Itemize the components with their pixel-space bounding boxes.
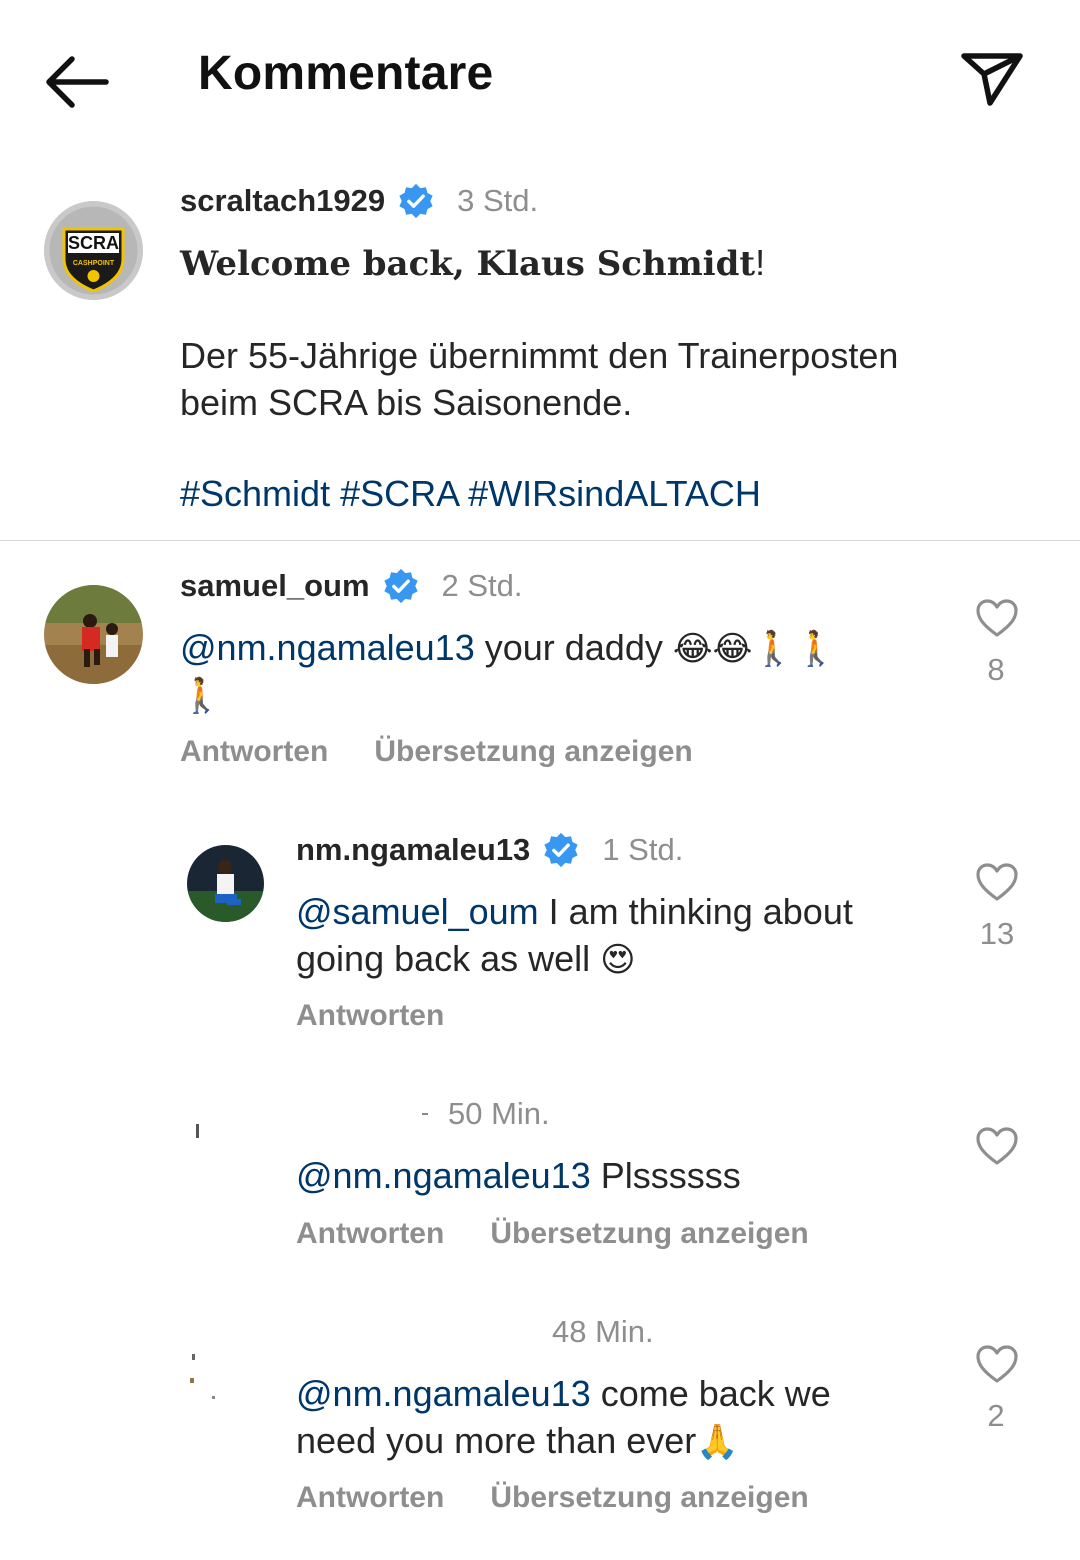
- caption-username[interactable]: scraltach1929: [180, 183, 385, 219]
- avatar-photo-icon: [187, 845, 264, 922]
- share-button[interactable]: [958, 50, 1026, 108]
- comment-body: your daddy: [474, 627, 673, 668]
- caption-divider: [0, 540, 1080, 541]
- caption-avatar[interactable]: SCRA CASHPOINT: [44, 201, 143, 300]
- redacted-avatar: [196, 1124, 199, 1138]
- hashtag-link[interactable]: #SCRA: [340, 473, 458, 514]
- reply-text-line2: need you more than ever🙏: [296, 1417, 936, 1466]
- reply-body-line1: I am thinking about: [538, 891, 853, 932]
- reply-body: Plssssss: [590, 1155, 741, 1196]
- heart-icon: [976, 863, 1018, 901]
- like-button[interactable]: [975, 1344, 1019, 1389]
- reply-avatar[interactable]: [187, 845, 264, 922]
- mention-link[interactable]: @samuel_oum: [296, 891, 539, 932]
- like-button[interactable]: [975, 598, 1019, 643]
- caption-hashtags: #Schmidt #SCRA #WIRsindALTACH: [180, 470, 761, 517]
- caption-title-punct: !: [755, 242, 766, 283]
- reply-time: 48 Min.: [552, 1314, 654, 1349]
- hashtag-link[interactable]: #WIRsindALTACH: [468, 473, 761, 514]
- reply-text-line1: @samuel_oum I am thinking about: [296, 888, 936, 935]
- reply-text-line1: @nm.ngamaleu13 come back we: [296, 1370, 936, 1417]
- comment-meta: samuel_oum 2 Std.: [180, 567, 523, 605]
- page-title: Kommentare: [198, 47, 494, 100]
- verified-badge-icon: [383, 568, 418, 604]
- reply-time: 50 Min.: [448, 1096, 550, 1131]
- like-button[interactable]: [975, 862, 1019, 907]
- comment-time: 2 Std.: [441, 568, 523, 603]
- heart-icon: [976, 1127, 1018, 1165]
- translate-button[interactable]: Übersetzung anzeigen: [490, 1217, 808, 1251]
- reply-body-line2: need you more than ever: [296, 1420, 697, 1461]
- comment-username[interactable]: samuel_oum: [180, 568, 370, 604]
- mention-link[interactable]: @nm.ngamaleu13: [296, 1155, 591, 1196]
- translate-button[interactable]: Übersetzung anzeigen: [374, 735, 692, 769]
- send-icon: [961, 53, 1023, 106]
- reply-meta: nm.ngamaleu13 1 Std.: [296, 831, 683, 869]
- comment-text: @nm.ngamaleu13 your daddy 😂😂🚶🚶 🚶: [180, 624, 940, 720]
- reply-emoji: 🙏: [696, 1422, 739, 1462]
- like-count: 13: [979, 916, 1015, 951]
- reply-button[interactable]: Antworten: [296, 1481, 444, 1515]
- comment-emojis-line2: 🚶: [180, 676, 223, 716]
- hashtag-link[interactable]: #Schmidt: [180, 473, 330, 514]
- caption-text-line2: beim SCRA bis Saisonende.: [180, 382, 633, 423]
- verified-badge-icon: [544, 832, 578, 868]
- back-button[interactable]: [44, 54, 110, 110]
- like-button[interactable]: [975, 1126, 1019, 1171]
- logo-subtext: CASHPOINT: [73, 260, 115, 267]
- reply-text: @nm.ngamaleu13 come back we need you mor…: [296, 1370, 936, 1466]
- like-count: 2: [987, 1398, 1005, 1433]
- reply-button[interactable]: Antworten: [180, 735, 328, 769]
- mention-link[interactable]: @nm.ngamaleu13: [296, 1373, 591, 1414]
- caption-title-text: Welcome back, Klaus Schmidt: [180, 244, 756, 284]
- heart-icon: [976, 599, 1018, 637]
- reply-text: @samuel_oum I am thinking about going ba…: [296, 888, 936, 984]
- caption-meta: scraltach1929 3 Std.: [180, 182, 538, 220]
- reply-actions: Antworten: [296, 999, 444, 1033]
- redacted-avatar-detail: [190, 1378, 194, 1383]
- comment-actions: Antworten Übersetzung anzeigen: [180, 735, 693, 769]
- reply-button[interactable]: Antworten: [296, 1217, 444, 1251]
- reply-text-line2: going back as well 😍: [296, 935, 936, 984]
- avatar-photo-icon: [44, 585, 143, 684]
- comment-avatar[interactable]: [44, 585, 143, 684]
- redacted-avatar: [192, 1354, 195, 1360]
- reply-actions: Antworten Übersetzung anzeigen: [296, 1217, 809, 1251]
- caption-title: Welcome back, Klaus Schmidt!: [180, 242, 765, 284]
- like-count: 8: [987, 652, 1005, 687]
- scra-logo-icon: SCRA CASHPOINT: [44, 201, 143, 300]
- caption-time: 3 Std.: [457, 183, 539, 218]
- redacted-username: [422, 1113, 428, 1115]
- reply-username[interactable]: nm.ngamaleu13: [296, 832, 530, 868]
- reply-body-line2: going back as well: [296, 938, 601, 979]
- caption-text-line1: Der 55-Jährige übernimmt den Trainerpost…: [180, 335, 899, 376]
- reply-button[interactable]: Antworten: [296, 999, 444, 1033]
- comment-text-line1: @nm.ngamaleu13 your daddy 😂😂🚶🚶: [180, 624, 940, 673]
- reply-text: @nm.ngamaleu13 Plssssss: [296, 1152, 741, 1199]
- back-arrow-icon: [46, 56, 109, 108]
- redacted-avatar-detail: [212, 1396, 215, 1399]
- translate-button[interactable]: Übersetzung anzeigen: [490, 1481, 808, 1515]
- comment-emojis: 😂😂🚶🚶: [672, 629, 837, 669]
- verified-badge-icon: [399, 183, 433, 219]
- reply-time: 1 Std.: [602, 832, 684, 867]
- heart-icon: [976, 1345, 1018, 1383]
- reply-actions: Antworten Übersetzung anzeigen: [296, 1481, 809, 1515]
- logo-text: SCRA: [68, 233, 119, 253]
- caption-text: Der 55-Jährige übernimmt den Trainerpost…: [180, 332, 898, 426]
- reply-body-line1: come back we: [590, 1373, 831, 1414]
- reply-emoji: 😍: [600, 940, 636, 980]
- mention-link[interactable]: @nm.ngamaleu13: [180, 627, 475, 668]
